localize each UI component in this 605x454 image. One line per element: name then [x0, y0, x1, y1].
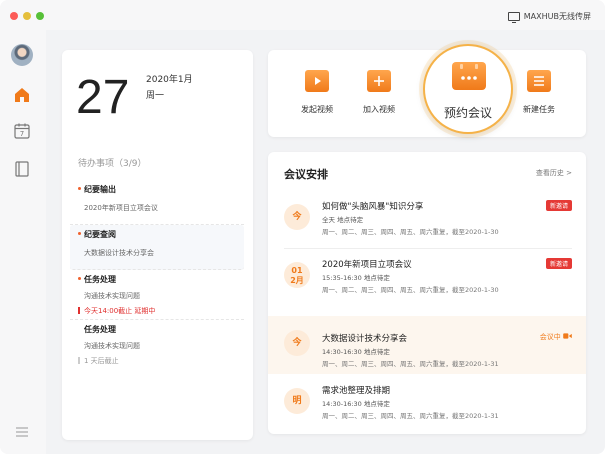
todo-subtitle: 2020年新项目立项会议	[84, 204, 158, 212]
meeting-item-live[interactable]: 今 大数据设计技术分享会 14:30-16:30 地点待定 周一、周二、周三、周…	[268, 316, 586, 374]
todo-item[interactable]: 纪要查阅 大数据设计技术分享会	[70, 225, 244, 270]
join-video-button[interactable]: 加入视频	[353, 70, 405, 115]
meeting-name: 需求池整理及排期	[322, 386, 391, 396]
todo-deadline-overdue: 今天14:00截止 延期中	[78, 306, 234, 316]
calendar-icon[interactable]: 7	[13, 122, 31, 140]
in-meeting-label: 会议中	[539, 333, 561, 341]
todo-title: 任务处理	[84, 325, 116, 334]
maximize-window-button[interactable]	[36, 12, 44, 20]
todo-subtitle: 大数据设计技术分享会	[84, 249, 154, 257]
minimize-window-button[interactable]	[23, 12, 31, 20]
todo-title: 任务处理	[78, 274, 234, 285]
meeting-time: 14:30-16:30 地点待定	[322, 348, 390, 356]
sidebar: 7	[0, 30, 46, 454]
calendar-dots-icon	[452, 62, 486, 90]
join-video-label: 加入视频	[363, 105, 395, 114]
book-meeting-button[interactable]: 预约会议	[423, 44, 513, 134]
screen-cast-icon	[507, 12, 520, 23]
start-video-button[interactable]: 发起视频	[291, 70, 343, 115]
meeting-time: 15:35-16:30 地点待定	[322, 274, 390, 282]
calendar-day: 7	[20, 130, 24, 138]
app-window: MAXHUB无线传屏 7 27 2020年1月 周一 待办事项（3/9） 纪要输…	[0, 0, 605, 454]
divider	[284, 248, 572, 249]
meeting-day-badge: 今	[284, 204, 310, 230]
todo-item[interactable]: 纪要输出 2020年新项目立项会议	[70, 180, 244, 225]
todo-item[interactable]: 任务处理 沟通技术实现问题 今天14:00截止 延期中	[70, 270, 244, 320]
day-number: 27	[76, 71, 130, 124]
in-meeting-status: 会议中	[540, 332, 572, 342]
start-video-label: 发起视频	[301, 105, 333, 114]
notebook-icon[interactable]	[13, 160, 31, 178]
meeting-name: 2020年新项目立项会议	[322, 260, 412, 270]
wireless-cast-button[interactable]: MAXHUB无线传屏	[507, 11, 591, 23]
todo-title: 纪要查阅	[78, 229, 234, 240]
new-task-label: 新建任务	[523, 105, 555, 114]
todo-subtitle: 沟通技术实现问题	[84, 342, 140, 350]
meeting-name: 如何做"头脑风暴"知识分享	[322, 202, 424, 212]
cast-label: MAXHUB无线传屏	[523, 12, 591, 21]
meeting-day-badge: 今	[284, 330, 310, 356]
title-bar: MAXHUB无线传屏	[0, 0, 605, 30]
meeting-repeat: 周一、周二、周三、周四、周五、周六重复，截至2020-1-31	[322, 412, 499, 420]
meeting-repeat: 周一、周二、周三、周四、周五、周六重复，截至2020-1-31	[322, 360, 499, 368]
task-list-icon	[527, 70, 551, 92]
menu-icon[interactable]	[15, 426, 29, 438]
meetings-title: 会议安排	[284, 168, 328, 181]
todo-item[interactable]: 任务处理 沟通技术实现问题 1 天后截止	[70, 320, 244, 370]
meeting-item[interactable]: 明 需求池整理及排期 14:30-16:30 地点待定 周一、周二、周三、周四、…	[268, 378, 586, 440]
new-task-button[interactable]: 新建任务	[513, 70, 565, 115]
meeting-time: 14:30-16:30 地点待定	[322, 400, 390, 408]
date-todo-card: 27 2020年1月 周一 待办事项（3/9） 纪要输出 2020年新项目立项会…	[62, 50, 253, 440]
meetings-card: 会议安排 查看历史 > 今 如何做"头脑风暴"知识分享 全天 地点待定 周一、周…	[268, 152, 586, 434]
meeting-repeat: 周一、周二、周三、周四、周五、周六重复，截至2020-1-30	[322, 286, 499, 294]
home-icon[interactable]	[13, 86, 31, 104]
todo-deadline: 1 天后截止	[78, 356, 234, 366]
badge-day: 01	[291, 266, 303, 275]
meeting-item[interactable]: 01 2月 2020年新项目立项会议 15:35-16:30 地点待定 周一、周…	[268, 252, 586, 314]
weekday: 周一	[146, 91, 165, 101]
video-camera-icon	[563, 333, 572, 339]
plus-icon	[367, 70, 391, 92]
new-invite-badge: 新邀请	[545, 258, 572, 269]
meeting-day-badge: 明	[284, 388, 310, 414]
meeting-name: 大数据设计技术分享会	[322, 334, 408, 344]
todo-title: 纪要输出	[78, 184, 234, 195]
year-month: 2020年1月	[146, 75, 193, 85]
close-window-button[interactable]	[10, 12, 18, 20]
meeting-time: 全天 地点待定	[322, 216, 364, 224]
meeting-repeat: 周一、周二、周三、周四、周五、周六重复，截至2020-1-30	[322, 228, 499, 236]
video-camera-icon	[305, 70, 329, 92]
view-history-link[interactable]: 查看历史 >	[536, 168, 572, 178]
book-meeting-label: 预约会议	[443, 106, 492, 120]
avatar[interactable]	[11, 44, 33, 66]
meeting-item[interactable]: 今 如何做"头脑风暴"知识分享 全天 地点待定 周一、周二、周三、周四、周五、周…	[268, 194, 586, 256]
todo-header: 待办事项（3/9）	[78, 159, 147, 169]
new-invite-badge: 新邀请	[545, 200, 572, 211]
badge-month: 2月	[290, 276, 304, 285]
todo-list: 纪要输出 2020年新项目立项会议 纪要查阅 大数据设计技术分享会 任务处理 沟…	[70, 180, 244, 370]
todo-subtitle: 沟通技术实现问题	[84, 292, 140, 300]
meeting-date-badge: 01 2月	[284, 262, 310, 288]
